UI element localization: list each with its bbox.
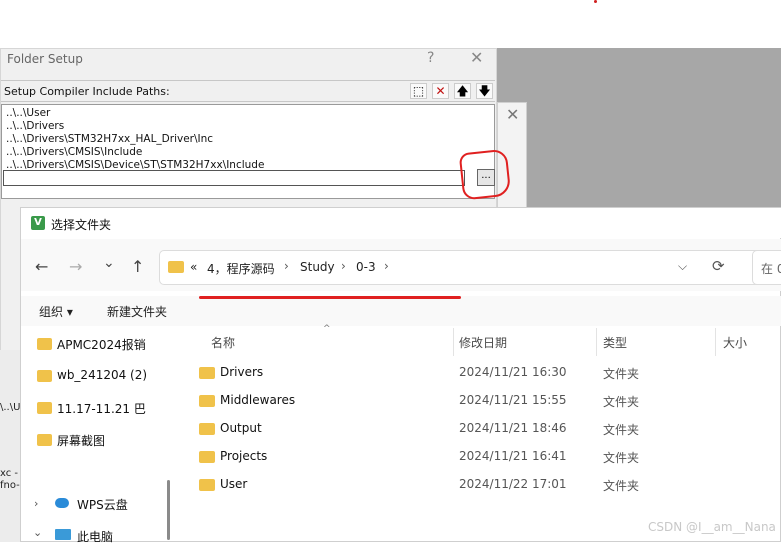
file-row-name[interactable]: Drivers (220, 365, 263, 379)
path-item[interactable]: ..\..\Drivers\STM32H7xx_HAL_Driver\Inc (6, 133, 213, 145)
column-type[interactable]: 类型 (603, 334, 627, 351)
breadcrumb-item[interactable]: 4，程序源码 (207, 260, 275, 277)
computer-icon (55, 529, 71, 540)
folder-icon (37, 402, 52, 414)
folder-icon (168, 261, 184, 273)
nav-item-this-pc[interactable]: 此电脑 (77, 528, 113, 545)
nav-scrollbar[interactable] (167, 480, 170, 540)
sort-indicator-icon: ^ (323, 324, 331, 334)
nav-item-wps-cloud[interactable]: WPS云盘 (77, 496, 128, 513)
search-placeholder: 在 0 (761, 262, 781, 276)
red-dot (594, 0, 597, 3)
folder-icon (199, 451, 215, 463)
path-edit-field[interactable] (3, 170, 465, 186)
app-icon: V (31, 216, 45, 230)
file-row-date: 2024/11/21 15:55 (459, 393, 567, 407)
file-row-type: 文件夹 (603, 451, 640, 465)
column-divider (453, 328, 454, 356)
path-item[interactable]: ..\..\User (6, 107, 50, 119)
close-icon[interactable]: ✕ (506, 105, 519, 124)
nav-item[interactable]: 屏幕截图 (57, 432, 105, 449)
nav-item[interactable]: wb_241204 (2) (57, 368, 147, 382)
side-fragment: fno- (0, 480, 20, 491)
folder-icon (199, 479, 215, 491)
picker-toolbar: 组织 ▾ 新建文件夹 (21, 296, 781, 326)
new-folder-button[interactable]: 新建文件夹 (107, 303, 167, 320)
folder-icon (199, 367, 215, 379)
folder-icon (199, 423, 215, 435)
breadcrumb-overflow[interactable]: « (190, 260, 197, 274)
close-button[interactable]: ✕ (470, 48, 483, 67)
address-bar[interactable]: « 4，程序源码 › Study › 0-3 › ⌵ ⟳ (159, 250, 777, 285)
include-paths-header: Setup Compiler Include Paths: ⬚ ✕ 🡅 🡇 (1, 80, 495, 102)
breadcrumb-item[interactable]: 0-3 (356, 260, 376, 274)
column-divider (715, 328, 716, 356)
search-input[interactable]: 在 0 (752, 250, 781, 285)
cloud-icon (55, 498, 69, 508)
up-arrow-icon[interactable]: ↑ (131, 257, 144, 276)
column-date[interactable]: 修改日期 (459, 334, 507, 351)
folder-picker-dialog: V 选择文件夹 ← → ⌄ ↑ « 4，程序源码 › Study › 0-3 ›… (20, 207, 781, 545)
annotation-underline (199, 296, 461, 299)
forward-arrow-icon[interactable]: → (69, 257, 82, 276)
dialog-title: Folder Setup (7, 52, 83, 66)
file-row-type: 文件夹 (603, 479, 640, 493)
left-panel-fragment: \..\U xc - fno- (0, 350, 22, 542)
folder-icon (199, 395, 215, 407)
picker-title: 选择文件夹 (51, 218, 112, 232)
move-up-icon[interactable]: 🡅 (454, 83, 471, 99)
picker-titlebar: V 选择文件夹 (21, 208, 781, 238)
chevron-right-icon[interactable]: › (34, 497, 38, 510)
organize-button[interactable]: 组织 ▾ (39, 303, 73, 320)
recent-locations-icon[interactable]: ⌄ (103, 255, 115, 271)
file-row-date: 2024/11/21 16:30 (459, 365, 567, 379)
file-row-date: 2024/11/22 17:01 (459, 477, 567, 491)
chevron-down-icon[interactable]: ⌄ (33, 526, 42, 539)
file-row-name[interactable]: Middlewares (220, 393, 295, 407)
folder-icon (37, 434, 52, 446)
column-size[interactable]: 大小 (723, 334, 747, 351)
chevron-right-icon: › (284, 259, 289, 273)
move-down-icon[interactable]: 🡇 (476, 83, 493, 99)
include-paths-label: Setup Compiler Include Paths: (4, 85, 170, 98)
file-row-date: 2024/11/21 16:41 (459, 449, 567, 463)
column-name[interactable]: 名称 (211, 334, 235, 351)
chevron-right-icon: › (341, 259, 346, 273)
help-button[interactable]: ? (427, 50, 434, 66)
refresh-icon[interactable]: ⟳ (712, 257, 725, 275)
folder-icon (37, 338, 52, 350)
annotation-circle (458, 148, 512, 201)
side-fragment: \..\U (0, 402, 21, 413)
file-row-date: 2024/11/21 18:46 (459, 421, 567, 435)
column-divider (596, 328, 597, 356)
file-row-type: 文件夹 (603, 367, 640, 381)
file-row-name[interactable]: User (220, 477, 247, 491)
chevron-right-icon: › (384, 259, 389, 273)
file-row-name[interactable]: Projects (220, 449, 267, 463)
file-row-name[interactable]: Output (220, 421, 262, 435)
file-row-type: 文件夹 (603, 423, 640, 437)
nav-item[interactable]: APMC2024报销 (57, 336, 146, 353)
path-item[interactable]: ..\..\Drivers\CMSIS\Include (6, 146, 142, 158)
watermark: CSDN @I__am__Nana (648, 520, 776, 534)
file-row-type: 文件夹 (603, 395, 640, 409)
nav-item[interactable]: 11.17-11.21 巴 (57, 400, 146, 417)
delete-path-icon[interactable]: ✕ (432, 83, 449, 99)
chevron-down-icon[interactable]: ⌵ (678, 259, 687, 274)
path-item[interactable]: ..\..\Drivers (6, 120, 64, 132)
side-fragment: xc - (0, 468, 19, 479)
breadcrumb-item[interactable]: Study (300, 260, 335, 274)
back-arrow-icon[interactable]: ← (35, 257, 48, 276)
new-path-icon[interactable]: ⬚ (410, 83, 427, 99)
folder-icon (37, 370, 52, 382)
